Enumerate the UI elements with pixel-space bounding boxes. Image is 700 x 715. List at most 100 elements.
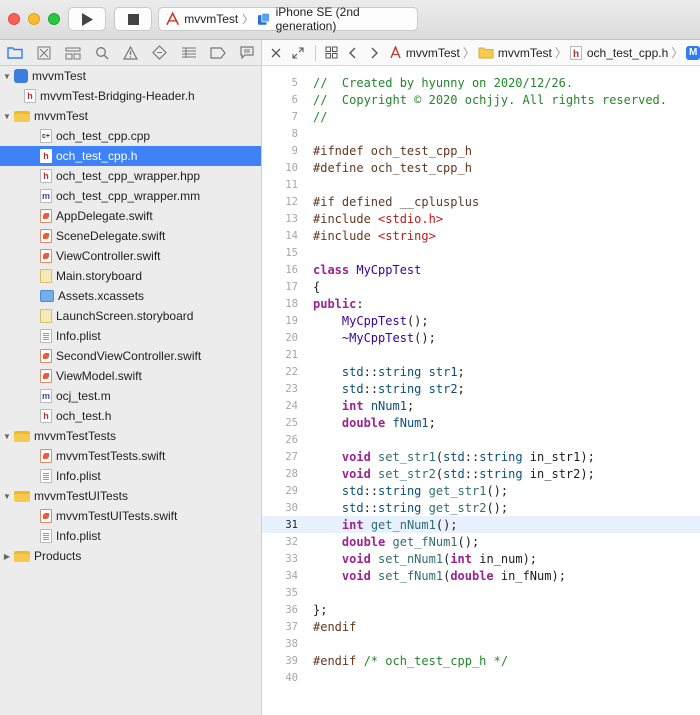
code-line[interactable]: 40: [262, 669, 700, 686]
code-line[interactable]: 15: [262, 244, 700, 261]
breadcrumb-file[interactable]: h och_test_cpp.h: [569, 45, 668, 60]
code-line[interactable]: 35: [262, 584, 700, 601]
code-token: fNum1: [392, 415, 429, 430]
navigator-file-row[interactable]: Assets.xcassets: [0, 286, 261, 306]
code-line[interactable]: 28 void set_str2(std::string in_str2);: [262, 465, 700, 482]
breadcrumb-group[interactable]: mvvmTest: [478, 46, 552, 60]
symbol-badge[interactable]: M: [686, 45, 700, 60]
navigator-file-row[interactable]: h och_test_cpp.h: [0, 146, 261, 166]
debug-navigator-icon[interactable]: [174, 40, 203, 66]
code-token: set_fNum1: [378, 568, 444, 583]
line-number: 35: [285, 586, 298, 599]
code-line[interactable]: 38: [262, 635, 700, 652]
code-token: //: [313, 109, 328, 124]
navigator-file-row[interactable]: SceneDelegate.swift: [0, 226, 261, 246]
source-control-tab-icon[interactable]: [29, 40, 58, 66]
disclosure-closed-icon[interactable]: ▶: [2, 552, 12, 561]
code-line[interactable]: 29 std::string get_str1();: [262, 482, 700, 499]
issue-navigator-warning-icon[interactable]: [116, 40, 145, 66]
code-line[interactable]: 5 // Created by hyunny on 2020/12/26.: [262, 74, 700, 91]
disclosure-open-icon[interactable]: ▼: [2, 72, 12, 81]
project-navigator-tab-icon[interactable]: [0, 40, 29, 66]
code-line[interactable]: 31 int get_nNum1();: [262, 516, 700, 533]
breadcrumb-project[interactable]: mvvmTest: [389, 46, 460, 60]
disclosure-open-icon[interactable]: ▼: [2, 432, 12, 441]
navigator-group-row[interactable]: ▼ mvvmTestUITests: [0, 486, 261, 506]
scheme-selector[interactable]: mvvmTest 〉 iPhone SE (2nd generation): [158, 5, 418, 33]
code-line[interactable]: 7 //: [262, 108, 700, 125]
navigator-file-row[interactable]: c+ och_test_cpp.cpp: [0, 126, 261, 146]
code-line[interactable]: 27 void set_str1(std::string in_str1);: [262, 448, 700, 465]
code-line[interactable]: 21: [262, 346, 700, 363]
code-line[interactable]: 18 public:: [262, 295, 700, 312]
find-navigator-search-icon[interactable]: [87, 40, 116, 66]
navigator-file-row[interactable]: LaunchScreen.storyboard: [0, 306, 261, 326]
code-line[interactable]: 9 #ifndef och_test_cpp_h: [262, 142, 700, 159]
source-editor[interactable]: 5 // Created by hyunny on 2020/12/26. 6 // …: [262, 66, 700, 715]
navigator-file-row[interactable]: m och_test_cpp_wrapper.mm: [0, 186, 261, 206]
code-line[interactable]: 33 void set_nNum1(int in_num);: [262, 550, 700, 567]
device-icon: [258, 12, 271, 25]
navigator-file-row[interactable]: AppDelegate.swift: [0, 206, 261, 226]
test-navigator-diamond-icon[interactable]: [145, 40, 174, 66]
run-button[interactable]: [68, 7, 106, 31]
navigator-file-row[interactable]: h och_test.h: [0, 406, 261, 426]
code-line[interactable]: 13 #include <stdio.h>: [262, 210, 700, 227]
code-line[interactable]: 25 double fNum1;: [262, 414, 700, 431]
expand-arrows-icon[interactable]: [289, 46, 307, 59]
code-line[interactable]: 19 MyCppTest();: [262, 312, 700, 329]
navigator-file-row[interactable]: SecondViewController.swift: [0, 346, 261, 366]
navigator-file-row[interactable]: h och_test_cpp_wrapper.hpp: [0, 166, 261, 186]
navigator-group-row[interactable]: ▼ mvvmTest: [0, 106, 261, 126]
navigator-file-row[interactable]: h mvvmTest-Bridging-Header.h: [0, 86, 261, 106]
navigator-file-row[interactable]: m ocj_test.m: [0, 386, 261, 406]
disclosure-open-icon[interactable]: ▼: [2, 492, 12, 501]
navigator-file-row[interactable]: ViewModel.swift: [0, 366, 261, 386]
forward-chevron-icon[interactable]: [365, 47, 385, 59]
navigator-file-row[interactable]: ViewController.swift: [0, 246, 261, 266]
stop-button[interactable]: [114, 7, 152, 31]
navigator-file-row[interactable]: Info.plist: [0, 466, 261, 486]
storyboard-file-icon: [40, 269, 52, 283]
navigator-file-row[interactable]: mvvmTestUITests.swift: [0, 506, 261, 526]
breakpoint-navigator-tag-icon[interactable]: [203, 40, 232, 66]
navigator-group-row[interactable]: ▶ Products: [0, 546, 261, 566]
close-editor-icon[interactable]: [262, 48, 289, 58]
code-line[interactable]: 8: [262, 125, 700, 142]
close-window-button[interactable]: [8, 13, 20, 25]
minimize-window-button[interactable]: [28, 13, 40, 25]
code-line[interactable]: 36};: [262, 601, 700, 618]
code-line[interactable]: 26: [262, 431, 700, 448]
navigator-group-row[interactable]: ▼ mvvmTestTests: [0, 426, 261, 446]
code-line[interactable]: 30 std::string get_str2();: [262, 499, 700, 516]
disclosure-open-icon[interactable]: ▼: [2, 112, 12, 121]
code-line[interactable]: 11: [262, 176, 700, 193]
symbol-navigator-tab-icon[interactable]: [58, 40, 87, 66]
zoom-window-button[interactable]: [48, 13, 60, 25]
navigator-file-row[interactable]: Info.plist: [0, 326, 261, 346]
navigator-file-row[interactable]: Info.plist: [0, 526, 261, 546]
code-line[interactable]: 20 ~MyCppTest();: [262, 329, 700, 346]
code-line[interactable]: 12 #if defined __cplusplus: [262, 193, 700, 210]
code-line[interactable]: 39 #endif /* och_test_cpp_h */: [262, 652, 700, 669]
code-line[interactable]: 10 #define och_test_cpp_h: [262, 159, 700, 176]
code-line[interactable]: 22 std::string str1;: [262, 363, 700, 380]
code-line[interactable]: 14 #include <string>: [262, 227, 700, 244]
report-navigator-speech-icon[interactable]: [232, 40, 261, 66]
code-line[interactable]: 34 void set_fNum1(double in_fNum);: [262, 567, 700, 584]
window-toolbar: mvvmTest 〉 iPhone SE (2nd generation): [0, 0, 700, 40]
code-line[interactable]: 37 #endif: [262, 618, 700, 635]
code-line[interactable]: 16 class MyCppTest: [262, 261, 700, 278]
code-line[interactable]: 23 std::string str2;: [262, 380, 700, 397]
code-line[interactable]: 6 // Copyright © 2020 ochjjy. All rights …: [262, 91, 700, 108]
navigator-group-row[interactable]: ▼ mvvmTest: [0, 66, 261, 86]
code-token: std: [341, 381, 364, 396]
code-line[interactable]: 32 double get_fNum1();: [262, 533, 700, 550]
back-chevron-icon[interactable]: [340, 47, 365, 59]
navigator-file-row[interactable]: mvvmTestTests.swift: [0, 446, 261, 466]
code-line[interactable]: 17 {: [262, 278, 700, 295]
navigator-file-row[interactable]: Main.storyboard: [0, 266, 261, 286]
code-text: class MyCppTest: [313, 263, 421, 277]
related-items-grid-icon[interactable]: [324, 46, 340, 59]
code-line[interactable]: 24 int nNum1;: [262, 397, 700, 414]
